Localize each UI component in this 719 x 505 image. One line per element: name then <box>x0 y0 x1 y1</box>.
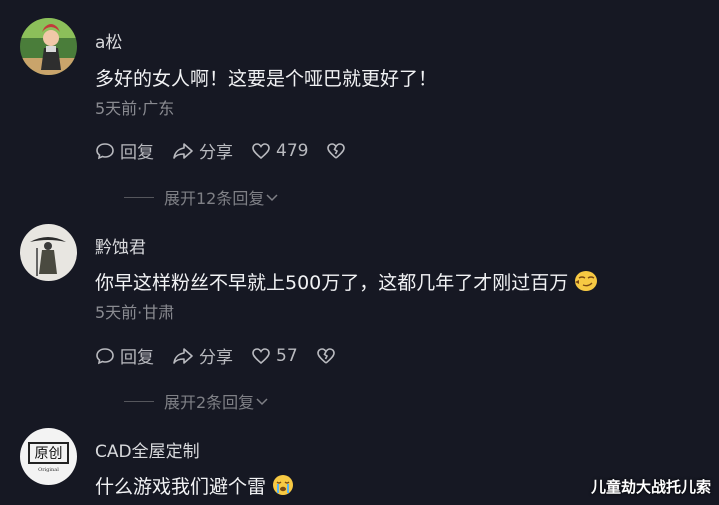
comment-actions: 回复 分享 57 <box>95 343 359 368</box>
dislike-button[interactable] <box>316 346 341 366</box>
reply-button[interactable]: 回复 <box>95 138 154 163</box>
comment-actions: 回复 分享 479 <box>95 138 369 163</box>
expand-label: 展开12条回复 <box>164 189 265 208</box>
like-count: 479 <box>276 140 309 161</box>
reply-button[interactable]: 回复 <box>95 343 154 368</box>
share-icon <box>173 142 193 159</box>
like-button[interactable]: 57 <box>251 346 298 366</box>
like-button[interactable]: 479 <box>251 141 308 161</box>
broken-heart-icon <box>316 347 335 364</box>
username[interactable]: 黔蚀君 <box>95 233 146 258</box>
watermark: 儿童劫大战托儿索 <box>590 478 711 496</box>
reply-icon <box>96 347 114 364</box>
share-label: 分享 <box>199 143 233 163</box>
avatar-logo-subtext: Original <box>38 467 59 473</box>
comment-text: 什么游戏我们避个雷 <box>95 472 294 501</box>
comment-text: 多好的女人啊！这要是个哑巴就更好了！ <box>95 68 438 90</box>
chevron-down-icon <box>256 398 268 406</box>
reply-label: 回复 <box>120 143 154 163</box>
share-button[interactable]: 分享 <box>172 343 233 368</box>
reply-icon <box>96 142 114 159</box>
divider <box>124 196 154 198</box>
avatar-logo-text: 原创 <box>28 442 69 464</box>
dislike-button[interactable] <box>326 141 351 161</box>
comment-meta: 5天前·甘肃 <box>95 303 175 322</box>
expand-replies-button[interactable]: 展开12条回复 <box>124 185 280 209</box>
like-count: 57 <box>276 345 298 366</box>
avatar[interactable] <box>20 18 77 75</box>
comment-meta: 5天前·广东 <box>95 99 175 118</box>
heart-icon <box>252 347 270 364</box>
broken-heart-icon <box>327 142 346 159</box>
share-button[interactable]: 分享 <box>172 138 233 163</box>
avatar[interactable] <box>20 224 77 281</box>
share-icon <box>173 347 193 364</box>
comment-text: 你早这样粉丝不早就上500万了，这都几年了才刚过百万 <box>95 268 598 297</box>
expand-label: 展开2条回复 <box>164 393 255 412</box>
comment-text-body: 什么游戏我们避个雷 <box>95 476 267 498</box>
username[interactable]: a松 <box>95 28 122 53</box>
chevron-down-icon <box>266 194 278 202</box>
username[interactable]: CAD全屋定制 <box>95 437 200 462</box>
avatar[interactable]: 原创 Original <box>20 428 77 485</box>
crying-emoji-icon <box>272 474 294 501</box>
reply-label: 回复 <box>120 348 154 368</box>
comment-text-body: 你早这样粉丝不早就上500万了，这都几年了才刚过百万 <box>95 272 569 294</box>
smirk-emoji-icon <box>574 270 598 297</box>
share-label: 分享 <box>199 348 233 368</box>
expand-replies-button[interactable]: 展开2条回复 <box>124 389 270 413</box>
heart-icon <box>252 142 270 159</box>
divider <box>124 400 154 402</box>
